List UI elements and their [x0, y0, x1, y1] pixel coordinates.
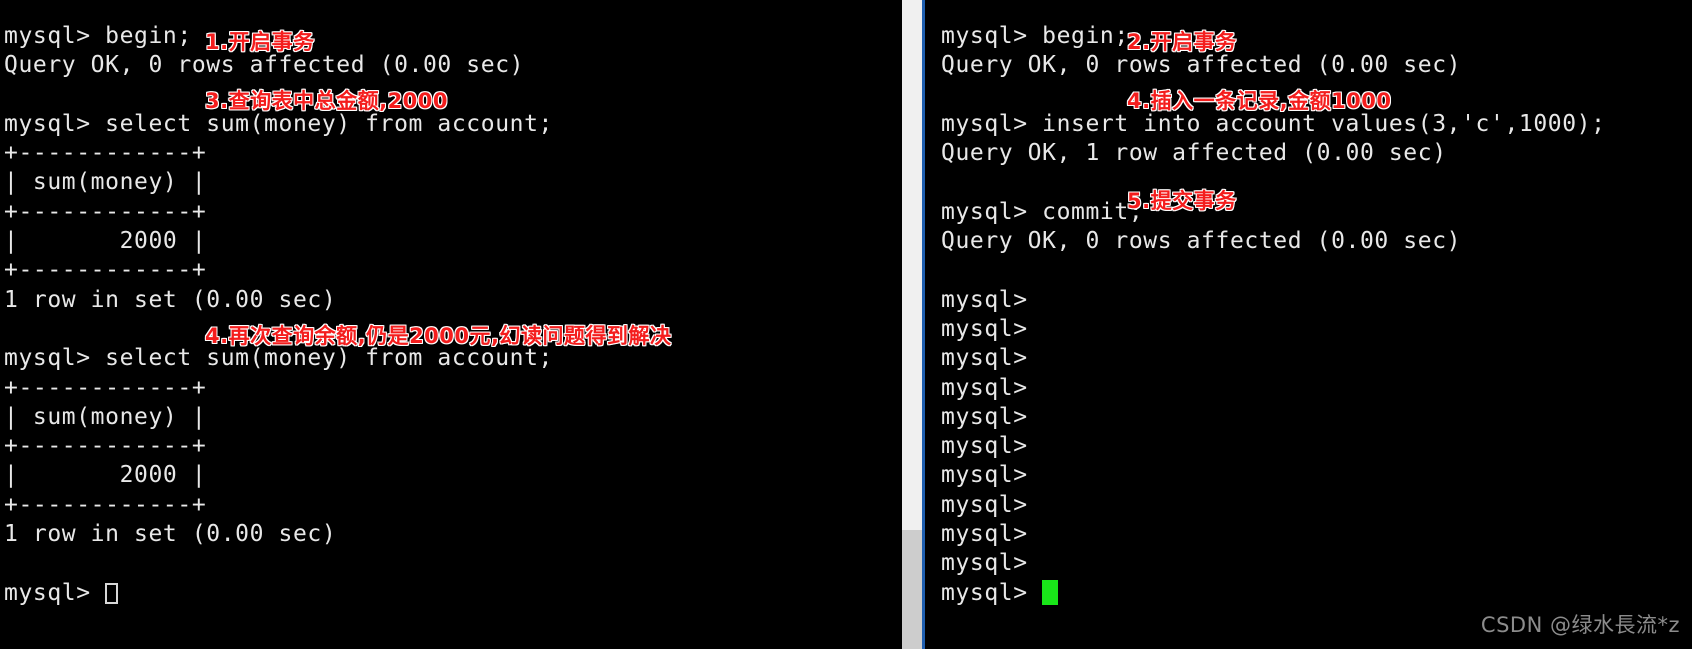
screenshot-root: mysql> begin; Query OK, 0 rows affected (…: [0, 0, 1692, 649]
annotation-label: 5.提交事务: [1127, 189, 1237, 213]
terminal-line: mysql>: [941, 433, 1028, 460]
terminal-line: mysql>: [941, 462, 1028, 489]
terminal-line: mysql>: [941, 521, 1028, 548]
terminal-line: +------------+: [4, 433, 207, 460]
terminal-line: mysql>: [941, 345, 1028, 372]
terminal-line: mysql>: [941, 403, 1028, 430]
terminal-line: | 2000 |: [4, 462, 207, 489]
terminal-cursor: [1042, 579, 1059, 605]
terminal-line: mysql>: [925, 579, 1692, 608]
terminal-line: Query OK, 0 rows affected (0.00 sec): [941, 228, 1462, 255]
terminal-pane-right[interactable]: mysql> begin; Query OK, 0 rows affected (…: [902, 0, 1692, 649]
terminal-line: mysql> commit;: [941, 198, 1144, 225]
terminal-line: mysql>: [941, 491, 1028, 518]
window-divider: [890, 0, 902, 649]
terminal-line: +------------+: [4, 491, 207, 518]
scrollbar-thumb[interactable]: [902, 530, 922, 649]
terminal-line: mysql>: [941, 286, 1028, 313]
annotation-label: 4.插入一条记录,金额1000: [1127, 89, 1392, 113]
terminal-line: 1 row in set (0.00 sec): [4, 521, 337, 548]
terminal-line: +------------+: [4, 374, 207, 401]
terminal-cursor: [105, 582, 119, 604]
terminal-line: Query OK, 0 rows affected (0.00 sec): [4, 52, 525, 79]
terminal-line: | sum(money) |: [4, 403, 207, 430]
terminal-line: +------------+: [4, 257, 207, 284]
terminal-line: Query OK, 0 rows affected (0.00 sec): [941, 52, 1462, 79]
terminal-line: mysql> begin;: [941, 23, 1129, 49]
annotation-label: 1.开启事务: [205, 30, 315, 54]
terminal-line: mysql>: [941, 374, 1028, 401]
terminal-line: Query OK, 1 row affected (0.00 sec): [941, 140, 1447, 167]
terminal-line: mysql>: [941, 550, 1028, 577]
annotation-label: 2.开启事务: [1127, 30, 1237, 54]
terminal-pane-left[interactable]: mysql> begin; Query OK, 0 rows affected (…: [0, 0, 890, 649]
annotation-label: 3.查询表中总金额,2000: [205, 89, 449, 113]
terminal-line: | sum(money) |: [4, 169, 207, 196]
csdn-watermark: CSDN @绿水長流*z: [1480, 613, 1680, 637]
annotation-label: 4.再次查询余额,仍是2000元,幻读问题得到解决: [205, 324, 672, 348]
terminal-line: mysql> begin;: [4, 23, 192, 49]
terminal-line: 1 row in set (0.00 sec): [4, 286, 337, 313]
terminal-line: | 2000 |: [4, 228, 207, 255]
vertical-scrollbar[interactable]: [902, 0, 922, 649]
terminal-line: +------------+: [4, 198, 207, 225]
terminal-line: mysql>: [0, 579, 890, 608]
terminal-line: mysql>: [941, 315, 1028, 342]
terminal-line: +------------+: [4, 140, 207, 167]
